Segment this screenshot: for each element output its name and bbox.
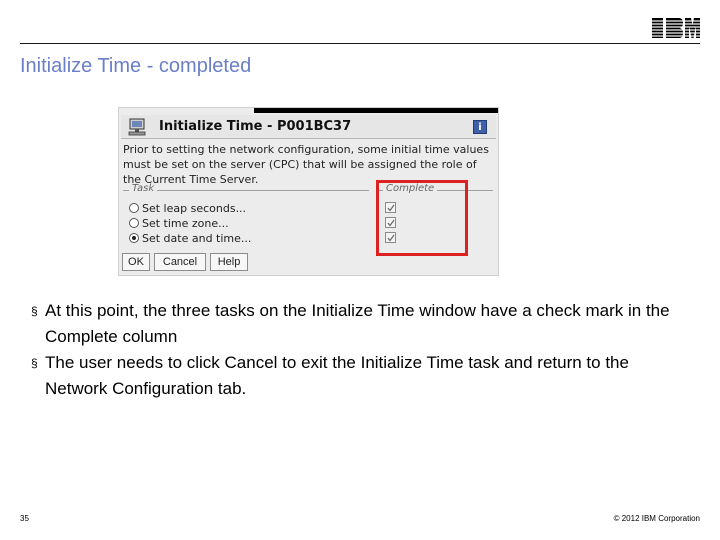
radio-button[interactable] [129,203,139,213]
screenshot-top-bar [254,108,498,113]
task-option-leap-seconds[interactable]: Set leap seconds... [129,201,246,215]
bullet-text: At this point, the three tasks on the In… [45,301,670,346]
task-label: Set time zone... [142,216,229,230]
task-legend: Task [129,183,158,194]
dialog-button-row: OK Cancel Help [122,253,248,271]
dialog-title: Initialize Time - P001BC37 [159,119,352,134]
task-label: Set leap seconds... [142,201,247,215]
dialog-screenshot: Initialize Time - P001BC37 i Prior to se… [118,107,499,276]
page-number: 35 [20,514,29,523]
task-option-date-time[interactable]: Set date and time... [129,231,251,245]
bullet-list: § At this point, the three tasks on the … [31,298,671,402]
dialog-title-bar: Initialize Time - P001BC37 i [121,115,496,139]
info-icon[interactable]: i [473,120,487,134]
radio-button[interactable] [129,218,139,228]
task-option-time-zone[interactable]: Set time zone... [129,216,229,230]
slide-title: Initialize Time - completed [20,55,252,77]
task-group: Task Set leap seconds... Set time zone..… [123,183,369,248]
task-label: Set date and time... [142,231,252,245]
section-bullet-icon: § [31,304,38,318]
bullet-text: The user needs to click Cancel to exit t… [45,353,629,398]
ibm-logo [652,18,700,38]
cancel-button[interactable]: Cancel [154,253,206,271]
computer-icon [128,118,146,136]
header-rule [20,43,700,44]
copyright-notice: © 2012 IBM Corporation [613,514,700,523]
help-button[interactable]: Help [210,253,248,271]
bullet-item: § The user needs to click Cancel to exit… [31,350,671,402]
complete-column-highlight [376,180,468,256]
radio-button-selected[interactable] [129,233,139,243]
bullet-item: § At this point, the three tasks on the … [31,298,671,350]
ok-button[interactable]: OK [122,253,150,271]
section-bullet-icon: § [31,356,38,370]
